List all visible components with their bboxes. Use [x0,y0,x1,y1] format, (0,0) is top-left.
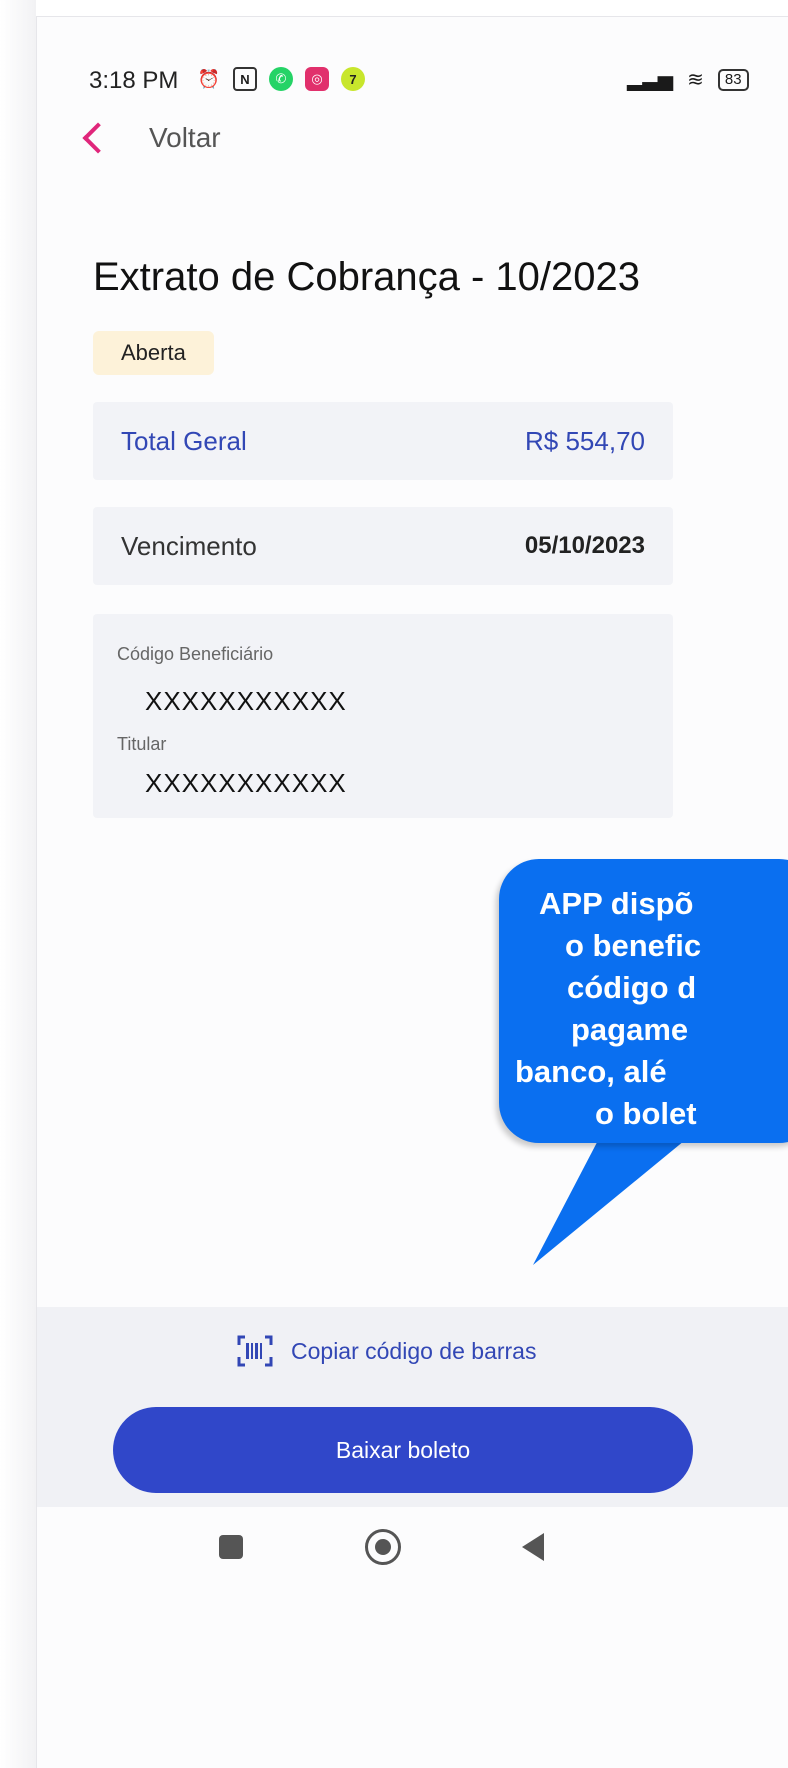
left-margin [0,0,36,1768]
callout-line: o benefic [565,928,702,963]
home-icon[interactable] [365,1529,401,1565]
total-value: R$ 554,70 [525,425,645,456]
signal-icon: ▂▃▅ [627,69,674,91]
system-status: ▂▃▅ ≋ 83 [627,67,749,92]
holder-value: XXXXXXXXXXX [145,768,347,798]
status-bar: 3:18 PM ⏰ N ✆ ◎ 7 ▂▃▅ ≋ 83 [37,45,788,95]
status-badge: Aberta [93,331,214,375]
callout-line: banco, alé [515,1054,667,1089]
chevron-left-icon [82,122,114,154]
copy-barcode-button[interactable]: Copiar código de barras [237,1335,536,1367]
instagram-icon: ◎ [305,67,329,91]
page-title: Extrato de Cobrança - 10/2023 [93,255,641,299]
copy-barcode-label: Copiar código de barras [291,1337,537,1364]
battery-icon: 83 [717,68,749,91]
barcode-icon [237,1335,273,1367]
due-label: Vencimento [121,530,257,561]
wifi-icon: ≋ [687,69,704,91]
notification-icons: ⏰ N ✆ ◎ 7 [197,67,365,91]
back-button[interactable]: Voltar [77,122,221,154]
recent-apps-icon[interactable] [219,1535,243,1559]
callout-line: código d [567,970,697,1005]
download-boleto-button[interactable]: Baixar boleto [113,1407,693,1493]
alarm-icon: ⏰ [197,68,221,89]
beneficiary-label: Código Beneficiário [117,644,274,664]
total-label: Total Geral [121,425,247,456]
callout-line: o bolet [595,1096,697,1131]
beneficiary-value: XXXXXXXXXXX [145,686,347,716]
nfc-icon: N [233,67,257,91]
holder-label: Titular [117,734,167,754]
phone-screen: 3:18 PM ⏰ N ✆ ◎ 7 ▂▃▅ ≋ 83 Voltar Extrat… [36,16,788,1768]
status-time: 3:18 PM [89,67,179,94]
callout-line: APP dispõ [539,886,694,921]
whatsapp-icon: ✆ [269,67,293,91]
action-sheet: Copiar código de barras Baixar boleto [37,1307,788,1507]
details-card: Código Beneficiário XXXXXXXXXXX Titular … [93,614,673,818]
back-triangle-icon[interactable] [522,1533,544,1561]
annotation-callout: APP dispõ o benefic código d pagame banc… [499,859,788,1143]
due-date-row: Vencimento 05/10/2023 [93,507,673,585]
total-row: Total Geral R$ 554,70 [93,402,673,480]
back-label: Voltar [149,122,221,153]
callout-line: pagame [571,1012,689,1047]
app-notification-icon: 7 [341,67,365,91]
system-nav-bar [37,1507,788,1768]
due-value: 05/10/2023 [524,532,645,559]
